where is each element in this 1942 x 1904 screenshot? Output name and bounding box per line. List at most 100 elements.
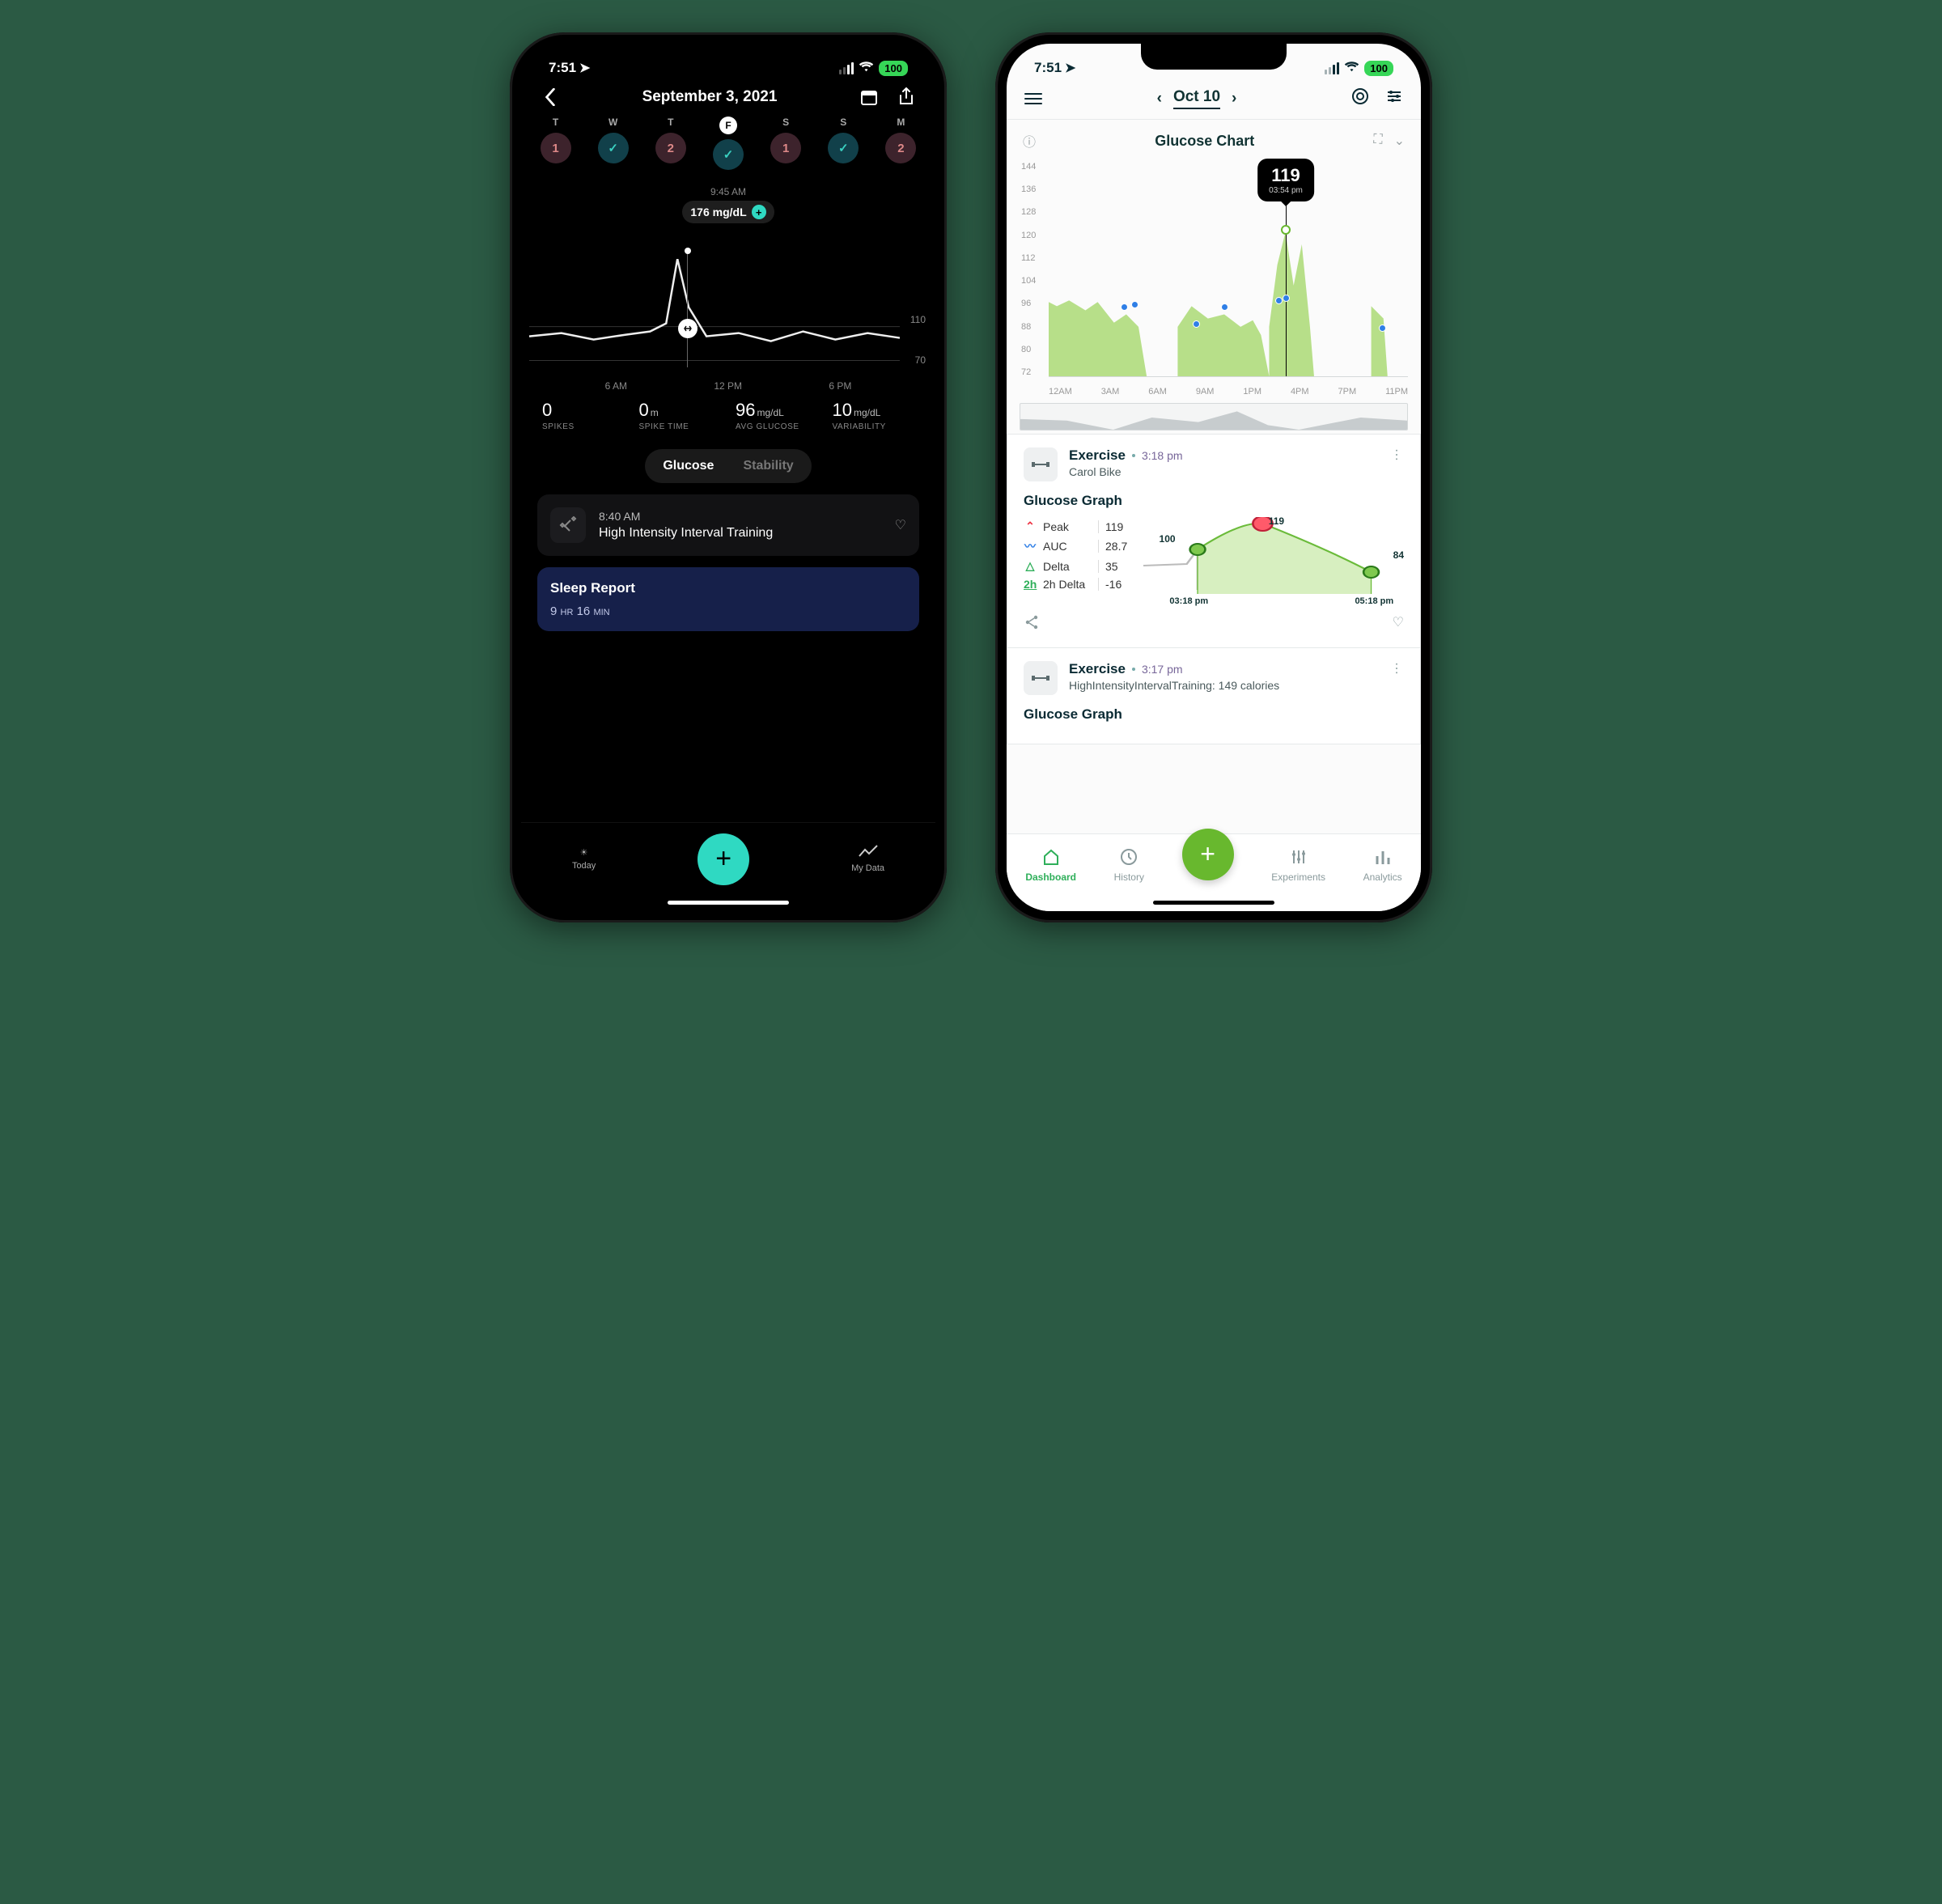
exercise-card[interactable]: Exercise 3:17 pm HighIntensityIntervalTr… <box>1007 648 1421 744</box>
metrics-row: 0 SPIKES 0m SPIKE TIME 96mg/dL AVG GLUCO… <box>521 396 935 443</box>
metric-spikes: 0 SPIKES <box>542 400 625 431</box>
activity-time: 8:40 AM <box>599 510 882 523</box>
more-icon[interactable]: ⋯ <box>1389 448 1405 463</box>
target-icon[interactable] <box>1351 87 1369 109</box>
day-dot[interactable]: 1 <box>541 133 571 163</box>
prev-day-button[interactable]: ‹ <box>1157 90 1162 108</box>
location-icon: ➤ <box>1065 60 1075 76</box>
sleep-duration: 9 HR 16 MIN <box>550 604 906 618</box>
reading-dot[interactable] <box>1221 303 1228 311</box>
segmented-control[interactable]: Glucose Stability <box>645 449 811 483</box>
status-bar: 7:51 ➤ 100 <box>521 44 935 83</box>
exercise-card[interactable]: Exercise 3:18 pm Carol Bike ⋯ Glucose Gr… <box>1007 434 1421 648</box>
location-icon: ➤ <box>579 60 590 76</box>
cursor-drag-handle[interactable] <box>678 319 698 338</box>
trend-icon <box>859 845 878 860</box>
day-picker[interactable]: T1 W✓ T2 F✓ S1 S✓ M2 <box>521 117 935 178</box>
cursor-time: 9:45 AM <box>537 186 919 197</box>
add-event-icon[interactable]: + <box>752 205 766 219</box>
cell-signal-icon <box>839 62 854 74</box>
more-icon[interactable]: ⋯ <box>1389 662 1405 676</box>
cell-signal-icon <box>1325 62 1339 74</box>
glucose-line-plot <box>529 259 900 371</box>
day-dot[interactable]: 2 <box>885 133 916 163</box>
time-brush[interactable] <box>1020 403 1408 430</box>
wifi-icon <box>1344 60 1359 76</box>
plot-area: 119 03:54 pm <box>1049 162 1408 377</box>
day-dot[interactable]: ✓ <box>828 133 859 163</box>
activity-card[interactable]: 8:40 AM High Intensity Interval Training… <box>537 494 919 556</box>
reading-dot[interactable] <box>1275 297 1283 304</box>
settings-sliders-icon[interactable] <box>1385 87 1403 109</box>
glucose-chart[interactable]: 9:45 AM 176 mg/dL + 110 70 6 AM 12 PM 6 … <box>521 178 935 396</box>
y-tick: 70 <box>915 354 926 366</box>
info-icon[interactable]: ⓘ <box>1023 131 1036 151</box>
metric-spike-time: 0m SPIKE TIME <box>639 400 722 431</box>
heart-icon[interactable]: ♡ <box>1393 614 1404 634</box>
tab-analytics[interactable]: Analytics <box>1363 848 1402 883</box>
activity-title: High Intensity Interval Training <box>599 526 882 541</box>
day-dot[interactable]: 2 <box>655 133 686 163</box>
status-time: 7:51 <box>549 60 576 76</box>
cursor-peak-dot <box>685 248 691 254</box>
mini-graph-title: Glucose Graph <box>1024 706 1404 723</box>
reading-dot[interactable] <box>1193 320 1200 328</box>
status-bar: 7:51 ➤ 100 <box>1007 44 1421 83</box>
add-button[interactable]: + <box>698 833 749 885</box>
tab-today[interactable]: ☀ Today <box>572 847 596 871</box>
share-icon[interactable] <box>897 87 916 107</box>
clock-icon <box>1120 848 1138 868</box>
reading-dot[interactable] <box>1283 295 1290 302</box>
dumbbell-icon <box>1024 447 1058 481</box>
phone-b: 7:51 ➤ 100 ‹ Oct 10 › <box>995 32 1432 922</box>
tab-dashboard[interactable]: Dashboard <box>1025 848 1076 883</box>
y-tick: 110 <box>910 314 926 325</box>
add-button[interactable]: + <box>1182 829 1234 880</box>
day-dot[interactable]: ✓ <box>713 139 744 170</box>
day-dot[interactable]: 1 <box>770 133 801 163</box>
tab-experiments[interactable]: Experiments <box>1271 848 1325 883</box>
calendar-icon[interactable] <box>859 87 879 107</box>
glucose-area-chart[interactable]: 144136 128120 112104 9688 8072 119 <box>1007 159 1421 434</box>
stat-list: ⌃Peak119 〰AUC28.7 △Delta35 2h2h Delta-16 <box>1024 517 1127 606</box>
y-axis: 144136 128120 112104 9688 8072 <box>1021 162 1036 377</box>
share-icon[interactable] <box>1024 614 1040 634</box>
segment-stability[interactable]: Stability <box>728 452 808 480</box>
date-label[interactable]: Oct 10 <box>1173 88 1220 109</box>
dumbbell-icon <box>1024 661 1058 695</box>
bars-icon <box>1374 848 1392 868</box>
reading-dot[interactable] <box>1121 303 1128 311</box>
expand-icon[interactable]: ⛶ <box>1373 133 1382 149</box>
mini-graph-title: Glucose Graph <box>1024 493 1404 509</box>
battery-pill: 100 <box>879 61 908 76</box>
x-axis: 12AM3AM 6AM9AM 1PM4PM 7PM11PM <box>1049 387 1408 396</box>
battery-pill: 100 <box>1364 61 1393 76</box>
cursor-value-pill[interactable]: 176 mg/dL + <box>682 201 774 223</box>
home-indicator[interactable] <box>1153 901 1274 905</box>
sleep-title: Sleep Report <box>550 580 906 596</box>
tab-bar: Dashboard History + Experiments Analytic… <box>1007 833 1421 911</box>
tab-history[interactable]: History <box>1114 848 1144 883</box>
page-title: September 3, 2021 <box>642 88 778 106</box>
x-axis: 6 AM 12 PM 6 PM <box>521 380 935 392</box>
sliders-icon <box>1290 848 1308 868</box>
section-title: Glucose Chart <box>1036 133 1373 150</box>
back-button[interactable] <box>541 87 560 107</box>
tab-bar: ☀ Today + My Data <box>521 822 935 911</box>
value-callout: 119 03:54 pm <box>1257 159 1314 201</box>
dumbbell-icon <box>550 507 586 543</box>
cursor-marker <box>1281 225 1291 235</box>
cursor-line <box>687 254 688 367</box>
next-day-button[interactable]: › <box>1232 90 1236 108</box>
mini-glucose-graph[interactable]: 100 119 84 03:18 pm 05:18 pm <box>1143 517 1404 606</box>
metric-variability: 10mg/dL VARIABILITY <box>833 400 915 431</box>
home-indicator[interactable] <box>668 901 789 905</box>
day-dot[interactable]: ✓ <box>598 133 629 163</box>
sleep-report-card[interactable]: Sleep Report 9 HR 16 MIN <box>537 567 919 631</box>
home-icon <box>1042 848 1060 868</box>
menu-button[interactable] <box>1024 93 1042 104</box>
heart-icon[interactable]: ♡ <box>895 517 906 533</box>
segment-glucose[interactable]: Glucose <box>648 452 728 480</box>
chevron-down-icon[interactable]: ⌄ <box>1394 133 1405 149</box>
tab-my-data[interactable]: My Data <box>851 845 884 873</box>
